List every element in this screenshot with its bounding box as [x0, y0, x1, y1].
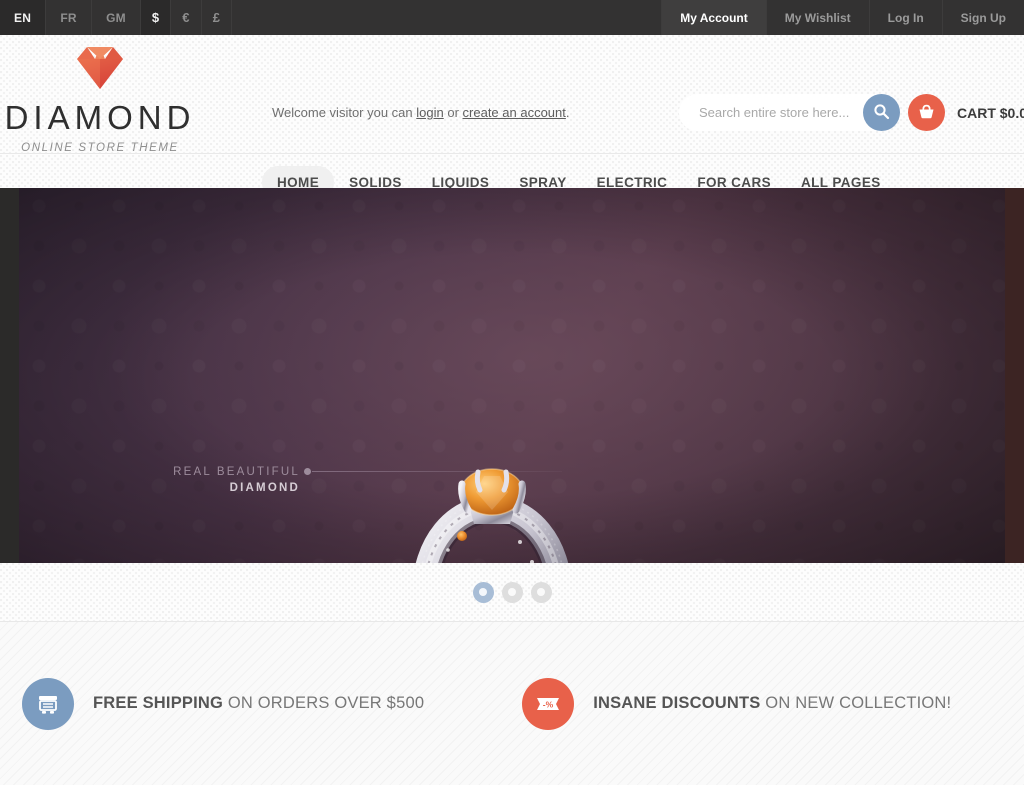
welcome-suffix: . — [565, 105, 570, 120]
promo-free-shipping[interactable]: FREE SHIPPING ON ORDERS OVER $500 — [22, 677, 424, 730]
search-icon — [873, 103, 890, 123]
diamond-gem-icon — [0, 45, 200, 95]
carousel-dot-2[interactable] — [501, 581, 523, 603]
carousel-dot-1[interactable] — [472, 581, 494, 603]
account-links: My Account My Wishlist Log In Sign Up — [661, 0, 1024, 35]
top-bar-spacer — [232, 0, 661, 35]
hero-annotation-1-line2: DIAMOND — [229, 482, 300, 494]
welcome-message: Welcome visitor you can login or create … — [272, 105, 570, 120]
search-input[interactable] — [679, 94, 879, 131]
language-option-en[interactable]: EN — [0, 0, 47, 35]
locale-selectors: EN FR GM $ € £ — [0, 0, 233, 35]
header-divider — [0, 153, 1024, 154]
hero-annotation-1-line1: REAL BEAUTIFUL — [173, 466, 300, 478]
truck-icon — [22, 677, 74, 730]
link-sign-up[interactable]: Sign Up — [941, 0, 1024, 35]
language-option-gm[interactable]: GM — [92, 0, 141, 35]
brand-logo[interactable]: DIAMOND ONLINE STORE THEME — [0, 45, 200, 154]
link-my-account[interactable]: My Account — [661, 0, 766, 35]
carousel-dot-3[interactable] — [530, 581, 552, 603]
welcome-middle: or — [443, 105, 463, 120]
hero-annotation-1: REAL BEAUTIFUL DIAMOND — [140, 464, 562, 496]
basket-icon — [917, 103, 936, 123]
search-area: CART $0.00 — [679, 94, 1024, 131]
brand-name: DIAMOND — [4, 99, 196, 136]
promo-free-shipping-text: FREE SHIPPING ON ORDERS OVER $500 — [93, 694, 424, 713]
diamond-ring-image — [392, 440, 606, 563]
promo-insane-discounts-text: INSANE DISCOUNTS ON NEW COLLECTION! — [593, 694, 951, 713]
currency-option-usd[interactable]: $ — [140, 0, 172, 35]
promo-free-shipping-rest: ON ORDERS OVER $500 — [223, 694, 425, 712]
currency-option-gbp[interactable]: £ — [202, 0, 233, 35]
hero-next-slide-edge[interactable] — [1005, 188, 1024, 563]
cart-total-label[interactable]: CART $0.00 — [957, 105, 1024, 121]
welcome-prefix: Welcome visitor you can — [272, 105, 417, 120]
promo-free-shipping-strong: FREE SHIPPING — [93, 694, 224, 712]
promo-insane-discounts[interactable]: -% INSANE DISCOUNTS ON NEW COLLECTION! — [522, 677, 951, 730]
hero-annotation-1-dot — [304, 468, 311, 475]
top-utility-bar: EN FR GM $ € £ My Account My Wishlist Lo… — [0, 0, 1024, 35]
currency-option-eur[interactable]: € — [171, 0, 202, 35]
welcome-login-link[interactable]: login — [416, 105, 443, 120]
promo-band: FREE SHIPPING ON ORDERS OVER $500 -% INS… — [0, 622, 1024, 785]
discount-tag-icon: -% — [522, 677, 575, 730]
site-header: DIAMOND ONLINE STORE THEME Welcome visit… — [0, 35, 1024, 199]
hero-previous-slide-edge[interactable] — [0, 188, 19, 563]
welcome-create-account-link[interactable]: create an account — [463, 105, 566, 120]
promo-insane-discounts-rest: ON NEW COLLECTION! — [760, 694, 952, 712]
search-button[interactable] — [863, 94, 900, 131]
hero-carousel[interactable]: REAL BEAUTIFUL DIAMOND INTERSPERSED WITH… — [0, 188, 1024, 563]
promo-insane-discounts-strong: INSANE DISCOUNTS — [593, 694, 761, 712]
svg-text:-%: -% — [543, 699, 554, 709]
carousel-pagination — [0, 563, 1024, 622]
cart-button[interactable] — [908, 94, 945, 131]
link-my-wishlist[interactable]: My Wishlist — [765, 0, 869, 35]
language-option-fr[interactable]: FR — [46, 0, 93, 35]
link-log-in[interactable]: Log In — [868, 0, 942, 35]
